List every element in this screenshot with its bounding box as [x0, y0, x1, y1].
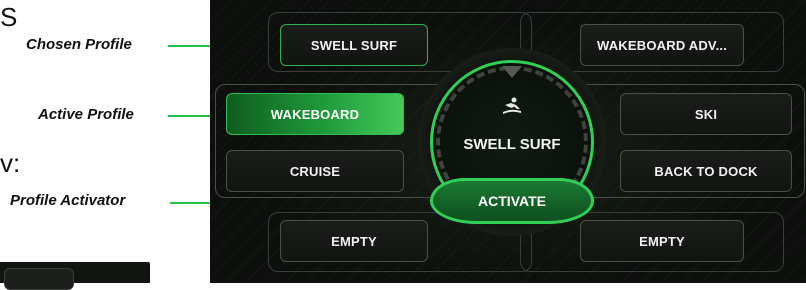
profile-dial[interactable]: SWELL SURF ACTIVATE: [418, 48, 606, 236]
mini-screen-button: [4, 268, 74, 290]
profile-tile-cruise[interactable]: CRUISE: [226, 150, 404, 192]
profile-tile-empty-left[interactable]: EMPTY: [280, 220, 428, 262]
profile-tile-ski[interactable]: SKI: [620, 93, 792, 135]
partial-text-top: S: [0, 2, 18, 32]
activate-button[interactable]: ACTIVATE: [430, 178, 594, 224]
profile-tile-back-to-dock[interactable]: BACK TO DOCK: [620, 150, 792, 192]
surfer-icon: [501, 96, 523, 116]
active-profile-label: Active Profile: [38, 106, 134, 123]
profile-tile-wakeboard[interactable]: WAKEBOARD: [226, 93, 404, 135]
chosen-profile-label: Chosen Profile: [26, 36, 132, 53]
partial-text-middle: v:: [0, 148, 21, 178]
selected-profile-name: SWELL SURF: [463, 136, 561, 153]
profile-tile-swell-surf[interactable]: SWELL SURF: [280, 24, 428, 66]
dial-pointer-icon: [502, 66, 522, 78]
profile-activator-label: Profile Activator: [10, 192, 126, 209]
mini-screen-preview: [0, 262, 150, 290]
